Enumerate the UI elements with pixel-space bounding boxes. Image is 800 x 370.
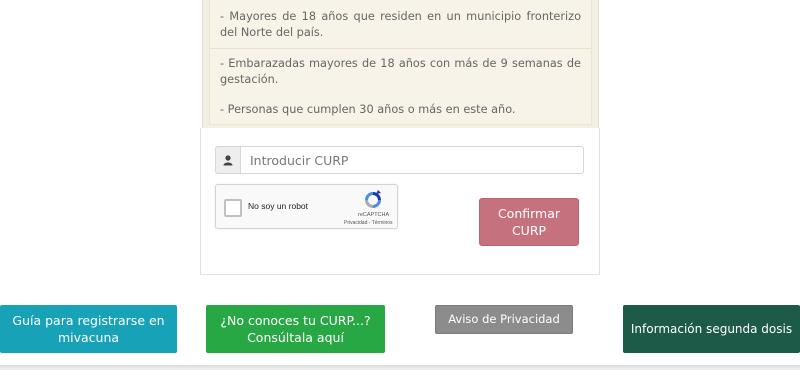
second-dose-info-button[interactable]: Información segunda dosis xyxy=(623,305,800,353)
recaptcha-logo-icon xyxy=(362,190,384,210)
requirement-item-age-30: - Personas que cumplen 30 años o más en … xyxy=(220,103,516,116)
curp-lookup-label: ¿No conoces tu CURP...? Consúltala aquí xyxy=(220,313,371,345)
second-dose-info-label: Información segunda dosis xyxy=(630,321,793,336)
recaptcha-terms-link[interactable]: Términos xyxy=(372,220,393,226)
recaptcha-privacy-link[interactable]: Privacidad xyxy=(344,220,367,226)
confirm-curp-button[interactable]: Confirmar CURP xyxy=(479,198,579,246)
requirements-divider xyxy=(210,48,591,49)
recaptcha-links: Privacidad - Términos xyxy=(344,220,393,226)
recaptcha-checkbox[interactable] xyxy=(224,199,242,217)
recaptcha-label: No soy un robot xyxy=(248,201,309,211)
page: - Mayores de 18 años que residen en un m… xyxy=(0,0,800,370)
requirement-item-pregnant: - Embarazadas mayores de 18 años con más… xyxy=(220,57,581,86)
privacy-notice-button[interactable]: Aviso de Privacidad xyxy=(435,305,573,334)
privacy-notice-label: Aviso de Privacidad xyxy=(448,312,560,326)
requirements-list: - Mayores de 18 años que residen en un m… xyxy=(209,0,592,125)
curp-form: No soy un robot reCAPTCHA Privacidad - T… xyxy=(200,128,600,275)
curp-input[interactable] xyxy=(240,146,584,174)
registration-guide-button[interactable]: Guía para registrarse en mivacuna xyxy=(0,305,177,353)
footer-divider xyxy=(0,365,800,370)
requirements-panel: - Mayores de 18 años que residen en un m… xyxy=(202,0,599,128)
requirement-item-border-residents: - Mayores de 18 años que residen en un m… xyxy=(220,10,581,39)
recaptcha-widget: No soy un robot reCAPTCHA Privacidad - T… xyxy=(215,184,398,229)
registration-guide-label: Guía para registrarse en mivacuna xyxy=(12,313,165,345)
user-icon xyxy=(215,146,240,174)
recaptcha-brand: reCAPTCHA xyxy=(358,212,390,218)
curp-input-group xyxy=(215,146,584,174)
curp-lookup-button[interactable]: ¿No conoces tu CURP...? Consúltala aquí xyxy=(206,305,385,353)
